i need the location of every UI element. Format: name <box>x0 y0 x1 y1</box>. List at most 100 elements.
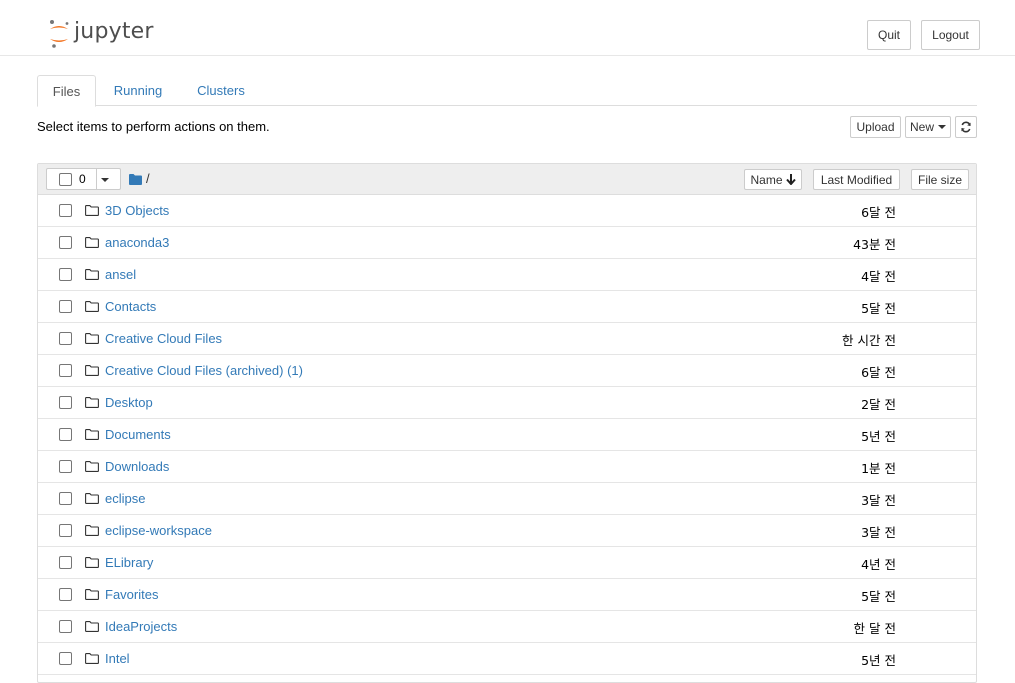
refresh-icon <box>961 121 971 133</box>
list-item[interactable]: Favorites 5달 전 <box>38 579 976 611</box>
caret-down-icon <box>938 125 946 129</box>
list-item[interactable]: Intel 5년 전 <box>38 643 976 675</box>
divider <box>96 168 97 190</box>
list-item[interactable]: Downloads 1분 전 <box>38 451 976 483</box>
folder-icon <box>85 621 99 632</box>
list-item[interactable]: anaconda3 43분 전 <box>38 227 976 259</box>
item-name-link[interactable]: Desktop <box>105 395 153 410</box>
item-name-link[interactable]: IdeaProjects <box>105 619 177 634</box>
folder-icon <box>85 653 99 664</box>
item-checkbox[interactable] <box>59 204 72 217</box>
item-last-modified: 6달 전 <box>861 365 896 380</box>
sort-by-file-size-button[interactable]: File size <box>911 169 969 190</box>
item-name-link[interactable]: 3D Objects <box>105 203 169 218</box>
item-checkbox[interactable] <box>59 364 72 377</box>
item-last-modified: 6달 전 <box>861 205 896 220</box>
item-name-link[interactable]: Downloads <box>105 459 169 474</box>
item-name-link[interactable]: eclipse <box>105 491 145 506</box>
item-last-modified: 3달 전 <box>861 525 896 540</box>
item-checkbox[interactable] <box>59 236 72 249</box>
item-name-link[interactable]: Intel <box>105 651 130 666</box>
tab-files[interactable]: Files <box>37 75 96 107</box>
folder-icon <box>85 397 99 408</box>
item-last-modified: 5달 전 <box>861 301 896 316</box>
sort-by-last-modified-button[interactable]: Last Modified <box>813 169 900 190</box>
item-checkbox[interactable] <box>59 652 72 665</box>
file-list-header: 0 / Name Last Modified File size <box>38 164 976 195</box>
list-item[interactable]: eclipse 3달 전 <box>38 483 976 515</box>
item-checkbox[interactable] <box>59 620 72 633</box>
selection-hint: Select items to perform actions on them. <box>37 119 270 134</box>
item-checkbox[interactable] <box>59 396 72 409</box>
folder-icon <box>85 557 99 568</box>
current-path[interactable]: / <box>146 171 150 186</box>
item-last-modified: 2달 전 <box>861 397 896 412</box>
item-name-link[interactable]: Favorites <box>105 587 158 602</box>
tab-clusters[interactable]: Clusters <box>189 75 253 106</box>
jupyter-logo[interactable]: jupyter <box>48 18 154 50</box>
item-last-modified: 4달 전 <box>861 269 896 284</box>
list-item[interactable]: ansel 4달 전 <box>38 259 976 291</box>
new-label: New <box>909 120 934 134</box>
item-checkbox[interactable] <box>59 588 72 601</box>
select-all-control[interactable]: 0 <box>46 168 121 190</box>
header: jupyter Quit Logout <box>0 0 1015 56</box>
item-name-link[interactable]: Creative Cloud Files <box>105 331 222 346</box>
item-name-link[interactable]: Documents <box>105 427 171 442</box>
logout-button[interactable]: Logout <box>921 20 980 50</box>
refresh-button[interactable] <box>955 116 977 138</box>
folder-icon <box>85 237 99 248</box>
jupyter-logo-icon <box>50 20 69 48</box>
sort-by-name-button[interactable]: Name <box>744 169 802 190</box>
list-item[interactable]: Creative Cloud Files (archived) (1) 6달 전 <box>38 355 976 387</box>
item-checkbox[interactable] <box>59 268 72 281</box>
list-item[interactable]: eclipse-workspace 3달 전 <box>38 515 976 547</box>
tab-bar: Files Running Clusters <box>37 75 977 107</box>
arrow-down-icon <box>785 174 796 185</box>
select-dropdown-caret-icon[interactable] <box>101 178 109 182</box>
file-list: 0 / Name Last Modified File size 3D Obje… <box>37 163 977 683</box>
item-name-link[interactable]: anaconda3 <box>105 235 169 250</box>
folder-icon <box>85 365 99 376</box>
list-item[interactable]: Documents 5년 전 <box>38 419 976 451</box>
list-item[interactable]: 3D Objects 6달 전 <box>38 195 976 227</box>
item-last-modified: 한 시간 전 <box>842 333 896 348</box>
selected-count: 0 <box>79 172 86 186</box>
item-checkbox[interactable] <box>59 332 72 345</box>
folder-icon <box>85 301 99 312</box>
item-last-modified: 한 달 전 <box>853 621 896 636</box>
item-checkbox[interactable] <box>59 300 72 313</box>
quit-button[interactable]: Quit <box>867 20 911 50</box>
select-all-checkbox[interactable] <box>59 173 72 186</box>
item-name-link[interactable]: Creative Cloud Files (archived) (1) <box>105 363 303 378</box>
item-last-modified: 5년 전 <box>861 429 896 444</box>
item-checkbox[interactable] <box>59 492 72 505</box>
folder-icon <box>85 461 99 472</box>
folder-icon <box>85 493 99 504</box>
folder-icon <box>85 205 99 216</box>
logo-text: jupyter <box>74 18 154 44</box>
item-last-modified: 5년 전 <box>861 653 896 668</box>
list-item[interactable]: Desktop 2달 전 <box>38 387 976 419</box>
item-checkbox[interactable] <box>59 428 72 441</box>
new-dropdown-button[interactable]: New <box>905 116 951 138</box>
list-item[interactable]: IdeaProjects 한 달 전 <box>38 611 976 643</box>
item-name-link[interactable]: Contacts <box>105 299 156 314</box>
tab-running[interactable]: Running <box>106 75 170 106</box>
item-name-link[interactable]: ELibrary <box>105 555 153 570</box>
folder-icon <box>85 525 99 536</box>
list-item[interactable]: ELibrary 4년 전 <box>38 547 976 579</box>
folder-solid-icon[interactable] <box>129 174 142 185</box>
list-item[interactable]: Creative Cloud Files 한 시간 전 <box>38 323 976 355</box>
item-name-link[interactable]: eclipse-workspace <box>105 523 212 538</box>
upload-button[interactable]: Upload <box>850 116 901 138</box>
folder-icon <box>85 333 99 344</box>
item-checkbox[interactable] <box>59 524 72 537</box>
item-checkbox[interactable] <box>59 460 72 473</box>
item-last-modified: 5달 전 <box>861 589 896 604</box>
item-checkbox[interactable] <box>59 556 72 569</box>
item-name-link[interactable]: ansel <box>105 267 136 282</box>
item-last-modified: 4년 전 <box>861 557 896 572</box>
list-item[interactable]: Contacts 5달 전 <box>38 291 976 323</box>
item-last-modified: 3달 전 <box>861 493 896 508</box>
